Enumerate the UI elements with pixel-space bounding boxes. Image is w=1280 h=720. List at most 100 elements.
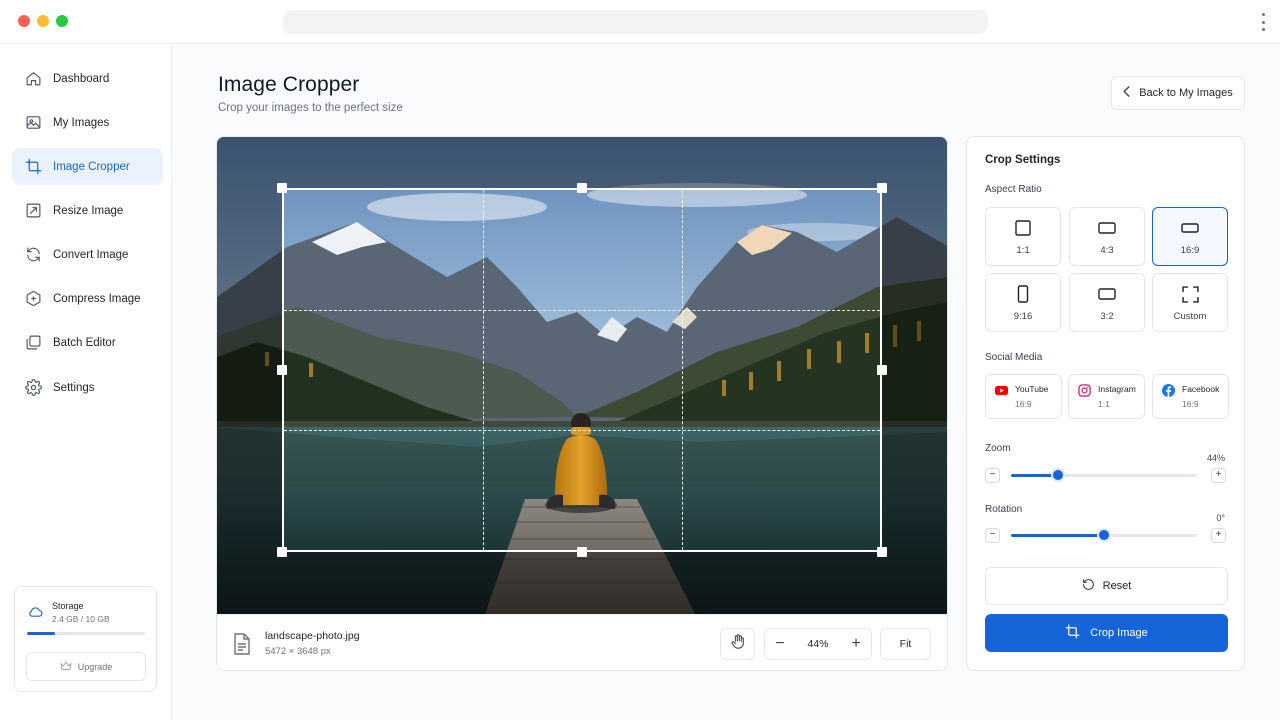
crop-handle-bottom-left[interactable] <box>277 547 287 557</box>
reset-icon <box>1082 578 1095 594</box>
more-options-icon[interactable] <box>1262 13 1266 31</box>
instagram-icon <box>1078 384 1091 397</box>
zoom-label: Zoom <box>985 443 1011 454</box>
rotation-slider-fill <box>1011 534 1104 537</box>
upgrade-button[interactable]: Upgrade <box>26 652 146 681</box>
social-ratio: 1:1 <box>1098 399 1110 409</box>
sidebar-item-settings[interactable]: Settings <box>12 369 163 406</box>
ratio-option-custom[interactable]: Custom <box>1152 273 1228 332</box>
sidebar-item-label: Convert Image <box>53 248 129 261</box>
sidebar-item-label: Dashboard <box>53 72 110 85</box>
rotation-decrease-button[interactable]: − <box>985 528 1000 543</box>
storage-card: Storage 2.4 GB / 10 GB Upgrade <box>14 586 157 692</box>
crop-settings-title: Crop Settings <box>985 154 1061 166</box>
editor-panel: landscape-photo.jpg 5472 × 3648 px − 44%… <box>216 136 948 671</box>
crop-image-button[interactable]: Crop Image <box>985 614 1228 652</box>
crop-settings-panel: Crop Settings Aspect Ratio 1:1 4:3 16:9 … <box>966 136 1245 671</box>
zoom-decrease-button[interactable]: − <box>985 468 1000 483</box>
file-info-bar: landscape-photo.jpg 5472 × 3648 px − 44%… <box>217 614 947 670</box>
document-icon <box>233 633 251 660</box>
zoom-slider-thumb[interactable] <box>1052 470 1063 480</box>
social-ratio: 16:9 <box>1182 399 1199 409</box>
home-icon <box>24 70 42 88</box>
aspect-ratio-label: Aspect Ratio <box>985 184 1042 195</box>
sidebar-item-image-cropper[interactable]: Image Cropper <box>12 148 163 185</box>
file-name: landscape-photo.jpg <box>265 630 360 642</box>
sidebar-item-label: Compress Image <box>53 292 141 305</box>
zoom-slider[interactable] <box>1011 470 1197 480</box>
chevron-left-icon <box>1123 86 1131 100</box>
hand-icon <box>730 633 746 655</box>
upgrade-label: Upgrade <box>77 661 113 672</box>
rotation-slider[interactable] <box>1011 530 1197 540</box>
address-bar[interactable] <box>283 10 988 34</box>
ratio-option-3-2[interactable]: 3:2 <box>1069 273 1145 332</box>
youtube-icon <box>995 384 1008 397</box>
crop-handle-top-right[interactable] <box>877 183 887 193</box>
zoom-level: 44% <box>807 638 829 650</box>
sidebar-item-label: Image Cropper <box>53 160 130 173</box>
crop-selection-box[interactable] <box>282 188 882 552</box>
zoom-in-button[interactable]: + <box>841 629 871 659</box>
sidebar-item-label: Settings <box>53 381 95 394</box>
wide-rect-icon <box>1153 219 1227 237</box>
sidebar-item-convert-image[interactable]: Convert Image <box>12 236 163 273</box>
social-preset-youtube[interactable]: YouTube 16:9 <box>985 374 1062 419</box>
social-preset-instagram[interactable]: Instagram 1:1 <box>1068 374 1145 419</box>
crop-gridline <box>682 190 683 550</box>
crop-mask <box>217 137 947 188</box>
social-name: Facebook <box>1182 384 1220 394</box>
crop-icon <box>1065 624 1080 642</box>
ratio-option-4-3[interactable]: 4:3 <box>1069 207 1145 266</box>
reset-button[interactable]: Reset <box>985 567 1228 605</box>
custom-frame-icon <box>1153 285 1227 303</box>
ratio-option-16-9[interactable]: 16:9 <box>1152 207 1228 266</box>
crop-image-label: Crop Image <box>1090 627 1148 639</box>
crop-handle-right[interactable] <box>877 365 887 375</box>
rotation-slider-thumb[interactable] <box>1099 530 1109 540</box>
portrait-rect-icon <box>986 285 1060 303</box>
sidebar-item-dashboard[interactable]: Dashboard <box>12 60 163 97</box>
facebook-icon <box>1162 384 1175 397</box>
pan-tool-button[interactable] <box>720 628 755 660</box>
zoom-increase-button[interactable]: + <box>1211 468 1226 483</box>
crop-handle-left[interactable] <box>277 365 287 375</box>
storage-usage: 2.4 GB / 10 GB <box>52 614 110 624</box>
zoom-out-button[interactable]: − <box>765 629 795 659</box>
crop-handle-top[interactable] <box>577 183 587 193</box>
compress-icon <box>24 290 42 308</box>
zoom-slider-fill <box>1011 474 1058 477</box>
ratio-option-1-1[interactable]: 1:1 <box>985 207 1061 266</box>
storage-progress-fill <box>27 632 56 635</box>
sidebar-item-compress-image[interactable]: Compress Image <box>12 280 163 317</box>
crop-handle-bottom-right[interactable] <box>877 547 887 557</box>
cloud-icon <box>28 604 43 622</box>
resize-icon <box>24 202 42 220</box>
crown-icon <box>60 661 72 673</box>
sidebar: Dashboard My Images Image Cropper Resize… <box>0 44 172 720</box>
minimize-window-button[interactable] <box>37 15 49 27</box>
zoom-control: − 44% + <box>764 628 872 660</box>
fit-button[interactable]: Fit <box>880 628 931 660</box>
sidebar-item-batch-editor[interactable]: Batch Editor <box>12 324 163 361</box>
image-canvas[interactable] <box>217 137 947 614</box>
rotation-increase-button[interactable]: + <box>1211 528 1226 543</box>
crop-handle-top-left[interactable] <box>277 183 287 193</box>
rotation-value: 0° <box>1216 513 1225 523</box>
crop-mask <box>217 552 947 614</box>
sidebar-item-my-images[interactable]: My Images <box>12 104 163 141</box>
social-name: Instagram <box>1098 384 1136 394</box>
back-button-label: Back to My Images <box>1139 87 1233 99</box>
crop-gridline <box>284 310 880 311</box>
crop-handle-bottom[interactable] <box>577 547 587 557</box>
social-preset-facebook[interactable]: Facebook 16:9 <box>1152 374 1229 419</box>
sidebar-item-resize-image[interactable]: Resize Image <box>12 192 163 229</box>
ratio-option-9-16[interactable]: 9:16 <box>985 273 1061 332</box>
ratio-label: 3:2 <box>1100 311 1114 322</box>
close-window-button[interactable] <box>18 15 30 27</box>
file-dimensions: 5472 × 3648 px <box>265 646 331 657</box>
back-to-my-images-button[interactable]: Back to My Images <box>1111 76 1245 110</box>
maximize-window-button[interactable] <box>56 15 68 27</box>
square-icon <box>986 219 1060 237</box>
window-titlebar <box>0 0 1280 44</box>
